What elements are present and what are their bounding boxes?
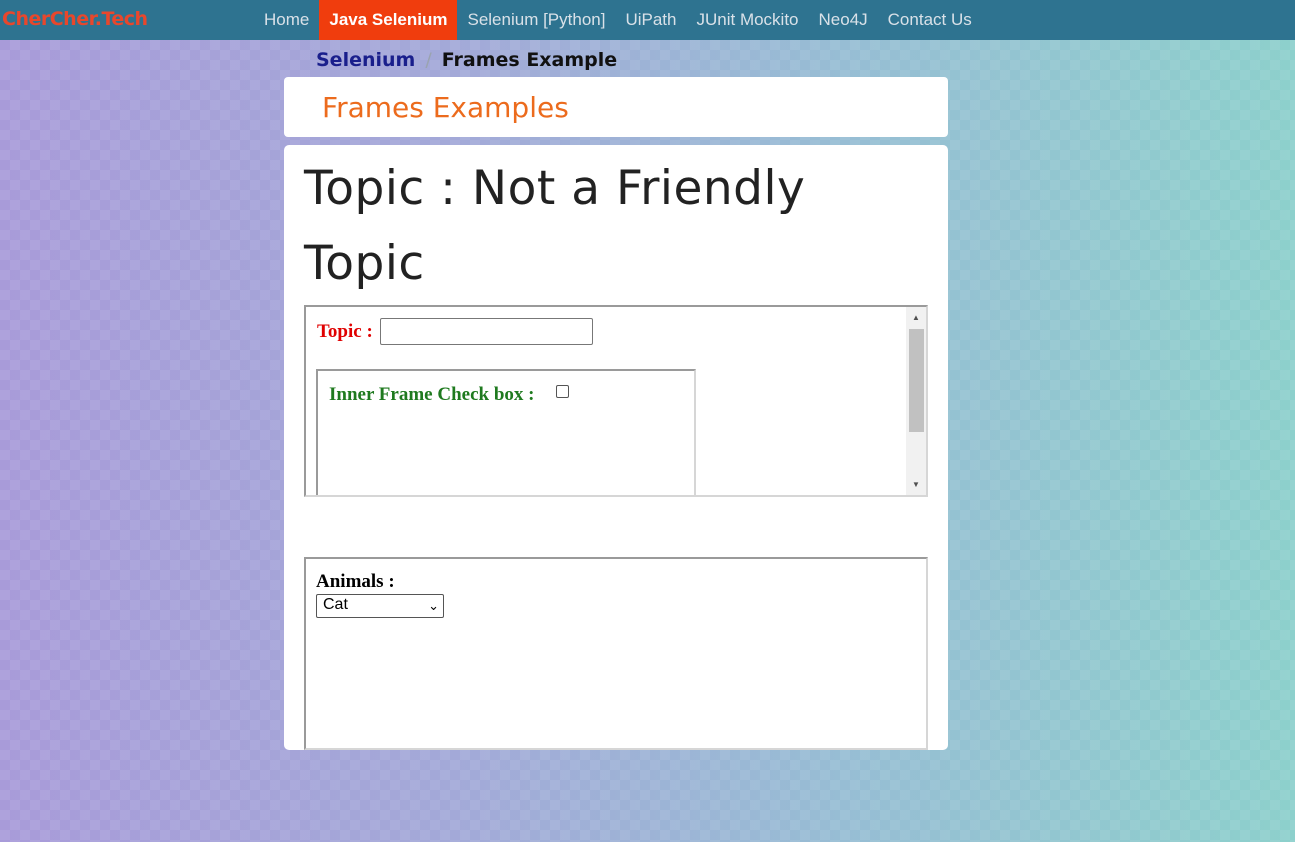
nav-contact-us[interactable]: Contact Us — [878, 0, 982, 40]
topic-heading: Topic : Not a Friendly Topic — [304, 161, 806, 291]
topic-iframe[interactable]: Topic : Inner Frame Check box : ▲ ▼ — [304, 305, 928, 497]
chevron-down-icon: ⌄ — [428, 598, 439, 613]
breadcrumb-selenium-link[interactable]: Selenium — [316, 49, 415, 71]
topic-label: Topic : — [317, 321, 373, 342]
topic-input[interactable] — [380, 318, 593, 345]
breadcrumb-current: Frames Example — [441, 49, 618, 71]
breadcrumb: Selenium / Frames Example — [316, 49, 617, 71]
scroll-thumb[interactable] — [909, 329, 924, 432]
inner-frame-checkbox-label: Inner Frame Check box : — [329, 384, 535, 405]
nav-home[interactable]: Home — [254, 0, 319, 40]
scroll-up-arrow-icon[interactable]: ▲ — [906, 310, 926, 326]
animals-select[interactable]: Cat ⌄ — [316, 594, 444, 618]
nav-uipath[interactable]: UiPath — [615, 0, 686, 40]
page-title-card: Frames Examples — [284, 77, 948, 137]
animals-select-value: Cat — [323, 596, 348, 613]
frame-scrollbar[interactable]: ▲ ▼ — [906, 307, 926, 495]
nav-neo4j[interactable]: Neo4J — [809, 0, 878, 40]
animals-label: Animals : — [316, 571, 395, 592]
brand-logo[interactable]: CherCher.Tech — [2, 8, 148, 30]
inner-frame-checkbox[interactable] — [556, 385, 569, 398]
inner-iframe[interactable]: Inner Frame Check box : — [316, 369, 696, 495]
animals-iframe[interactable]: Animals : Cat ⌄ — [304, 557, 928, 750]
nav-links: Home Java Selenium Selenium [Python] UiP… — [254, 0, 982, 40]
frames-card: Topic : Not a Friendly Topic Topic : Inn… — [284, 145, 948, 750]
nav-junit-mockito[interactable]: JUnit Mockito — [686, 0, 808, 40]
nav-java-selenium[interactable]: Java Selenium — [319, 0, 458, 40]
top-navbar: CherCher.Tech Home Java Selenium Seleniu… — [0, 0, 1295, 40]
nav-selenium-python[interactable]: Selenium [Python] — [457, 0, 615, 40]
scroll-down-arrow-icon[interactable]: ▼ — [906, 477, 926, 493]
breadcrumb-separator: / — [425, 49, 432, 71]
page-title: Frames Examples — [322, 91, 569, 124]
